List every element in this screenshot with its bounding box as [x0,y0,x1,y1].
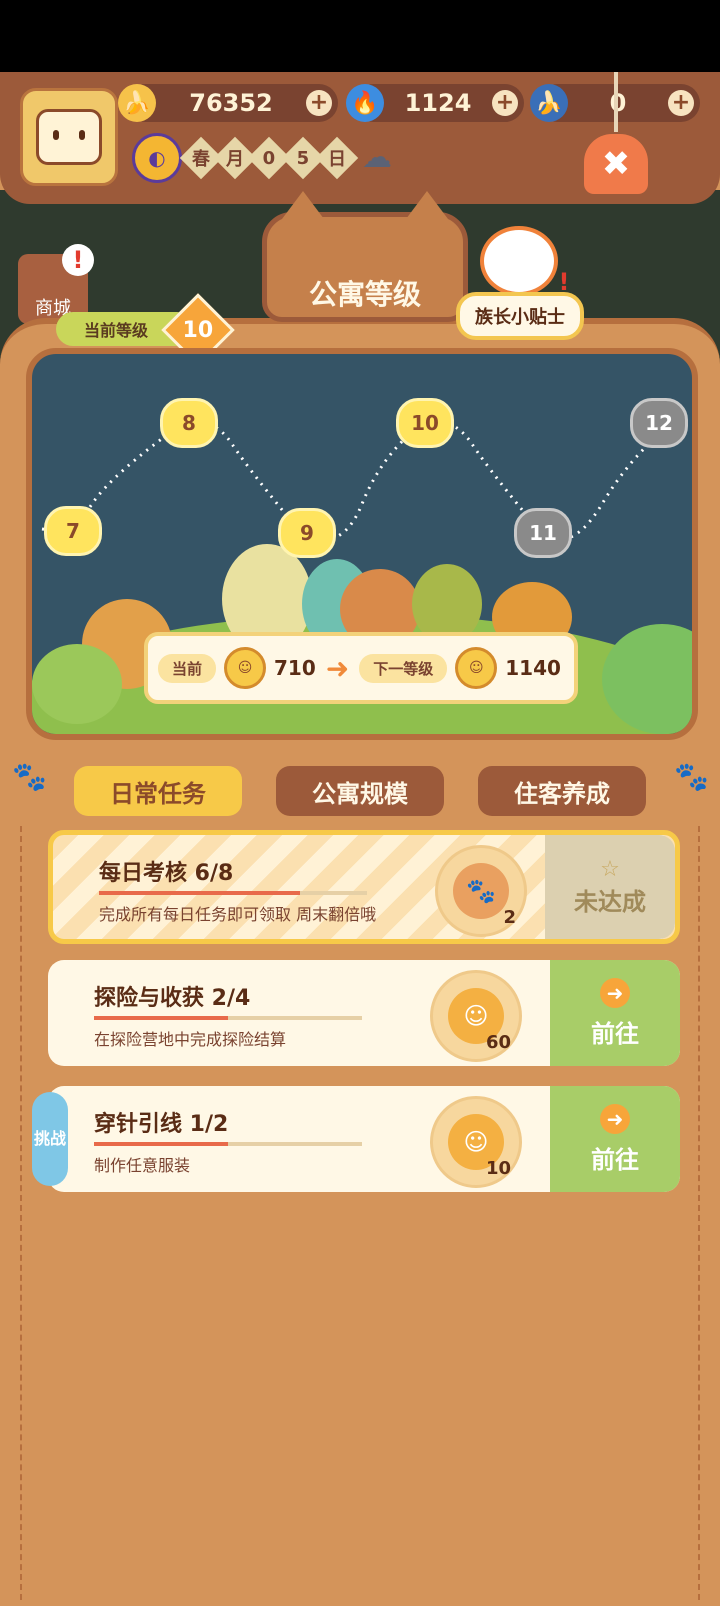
level-node-9[interactable]: 9 [278,508,336,558]
task-progress-fill [94,1016,228,1020]
action-label: 前往 [591,1019,639,1048]
close-tag-button[interactable]: ✖ [584,72,648,214]
player-avatar[interactable] [20,88,118,186]
challenge-badge: 挑战 [32,1092,68,1186]
shop-alert-icon: ! [62,244,94,276]
task-tabs: 日常任务 公寓规模 住客养成 [74,766,646,818]
sun-token-icon: ☺ [224,647,267,689]
chief-tip-button[interactable]: 族长小贴士 [456,292,584,340]
paw-icon: 🐾 [12,760,47,793]
task-description: 完成所有每日任务即可领取 周末翻倍哦 [99,905,377,924]
not-achieved-button[interactable]: ☆ 未达成 [545,835,675,939]
sun-token-icon: ☺ [455,647,498,689]
calendar-date: ◐ 春 月 0 5 日 [132,133,359,183]
status-bar [0,0,720,72]
go-arrow-icon: ➜ [600,1103,630,1134]
task-progress-bar [94,1142,362,1146]
task-reward: ☺ 10 [430,1096,522,1188]
currency-blue-banana: 🍌 0 + [530,84,700,122]
task-title: 探险与收获 2/4 [94,986,251,1011]
action-label: 未达成 [574,888,646,916]
blue-banana-icon: 🍌 [530,84,568,122]
dashed-border [20,826,22,1600]
dashed-border [698,826,700,1600]
banana-icon: 🍌 [118,84,156,122]
clock-icon[interactable]: ◐ [132,133,182,183]
currency-flame: 🔥 1124 + [346,84,524,122]
level-node-7[interactable]: 7 [44,506,102,556]
reward-quantity: 10 [485,1158,511,1179]
action-label: 前往 [591,1145,639,1174]
level-node-12[interactable]: 12 [630,398,688,448]
currency-value: 0 [568,89,668,117]
green-bush [32,644,122,724]
title-plate: 公寓等级 [262,191,468,322]
task-progress-bar [94,1016,362,1020]
avatar-face-icon [36,109,102,165]
flame-icon: 🔥 [346,84,384,122]
tab-apartment-scale[interactable]: 公寓规模 [276,766,444,816]
current-exp-label: 当前 [158,653,217,683]
close-icon: ✖ [584,134,648,194]
task-title: 每日考核 6/8 [99,861,234,886]
currency-value: 76352 [189,89,273,117]
task-progress-bar [99,891,367,895]
task-progress-fill [99,891,300,895]
rope [614,72,618,132]
go-arrow-icon: ➜ [600,977,630,1008]
currency-value: 1124 [404,89,472,117]
task-reward: ☺ 60 [430,970,522,1062]
paw-icon: 🐾 [674,760,709,793]
task-card-sewing: 穿针引线 1/2 制作任意服装 ☺ 10 ➜ 前往 [48,1086,680,1192]
next-exp-value: 1140 [505,656,561,680]
exp-progress-box: 当前 ☺ 710 ➜ 下一等级 ☺ 1140 [144,632,578,704]
add-blue-banana-button[interactable]: + [668,90,694,116]
level-node-10[interactable]: 10 [396,398,454,448]
reward-quantity: 60 [485,1032,511,1053]
task-reward: 🐾 2 [435,845,527,937]
task-description: 制作任意服装 [94,1156,191,1175]
currency-banana: 🍌 76352 + [118,84,338,122]
level-node-8[interactable]: 8 [160,398,218,448]
chief-alert-icon: ! [558,268,570,296]
task-card-explore: 探险与收获 2/4 在探险营地中完成探险结算 ☺ 60 ➜ 前往 [48,960,680,1066]
task-title: 穿针引线 1/2 [94,1112,229,1137]
go-button[interactable]: ➜ 前往 [550,960,680,1066]
add-flame-button[interactable]: + [492,90,518,116]
panel-title: 公寓等级 [308,278,421,311]
next-level-label: 下一等级 [359,653,448,683]
chief-head-icon [480,226,558,296]
reward-quantity: 2 [503,907,516,928]
arrow-right-icon: ➜ [325,651,350,685]
paw-key-icon: 🐾 [453,863,509,919]
star-icon: ☆ [600,857,620,882]
rain-cloud-icon: ☁ [362,140,392,175]
tab-tenant-growth[interactable]: 住客养成 [478,766,646,816]
go-button[interactable]: ➜ 前往 [550,1086,680,1192]
current-exp-value: 710 [274,656,316,680]
task-progress-fill [94,1142,228,1146]
task-card-daily-check: 每日考核 6/8 完成所有每日任务即可领取 周末翻倍哦 🐾 2 ☆ 未达成 [48,830,680,944]
tab-daily-tasks[interactable]: 日常任务 [74,766,242,816]
level-node-11[interactable]: 11 [514,508,572,558]
date-chip: 日 [315,136,359,180]
task-description: 在探险营地中完成探险结算 [94,1030,287,1049]
add-banana-button[interactable]: + [306,90,332,116]
